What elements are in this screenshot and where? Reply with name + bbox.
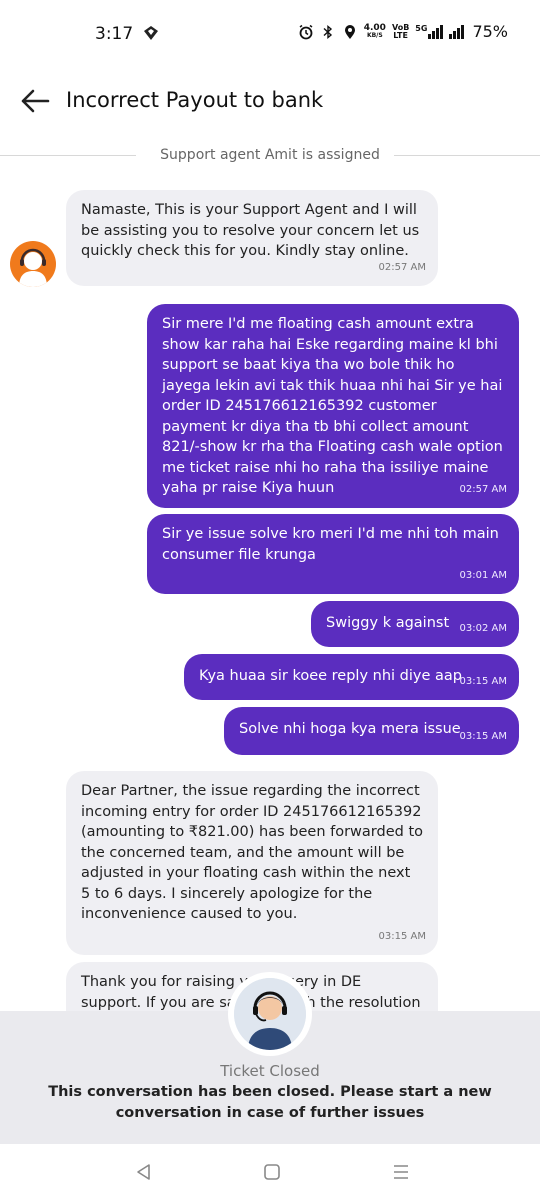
signal-5g: 5G [415,23,444,39]
battery-level: 75% [472,22,508,41]
support-agent-icon [234,978,306,1050]
message-time: 03:02 AM [459,622,507,634]
message-text: Sir mere I'd me floating cash amount ext… [162,316,503,496]
status-bar: 3:17 4.00 KB/S VoB LTE 5G 75% [0,0,540,66]
divider-line-right [394,155,540,156]
message-text: Dear Partner, the issue regarding the in… [81,783,423,922]
message-time: 03:01 AM [459,569,507,581]
support-agent-icon [19,248,47,287]
signal-bars-icon-2 [449,24,465,39]
message-time: 03:15 AM [459,675,507,687]
nav-recents-icon[interactable] [389,1160,413,1184]
header: Incorrect Payout to bank [0,76,540,126]
ticket-closed-label: Ticket Closed [220,1062,320,1080]
bluetooth-icon [323,24,332,39]
alarm-icon [299,24,313,39]
nav-back-icon[interactable] [132,1160,156,1184]
agent-avatar [10,241,56,287]
status-time: 3:17 [95,24,134,44]
message-bubble-user: Sir ye issue solve kro meri I'd me nhi t… [147,514,519,594]
message-bubble-user: Kya huaa sir koee reply nhi diye aap 03:… [184,654,519,700]
support-agent-avatar [234,978,306,1050]
message-time: 02:57 AM [459,483,507,495]
message-time: 03:15 AM [378,930,426,942]
ticket-closed-message: This conversation has been closed. Pleas… [48,1084,492,1121]
message-bubble-agent: Dear Partner, the issue regarding the in… [66,771,438,955]
message-text: Sir ye issue solve kro meri I'd me nhi t… [162,526,499,563]
navigation-bar [0,1144,540,1200]
message-time: 02:57 AM [378,261,426,273]
signal-bars-icon [428,24,444,39]
message-bubble-agent: Namaste, This is your Support Agent and … [66,190,438,286]
back-arrow-icon[interactable] [18,84,52,118]
volte-indicator: VoB LTE [392,23,409,40]
message-time: 03:15 AM [459,730,507,742]
message-text: Namaste, This is your Support Agent and … [81,202,420,259]
volte-bottom: LTE [393,30,408,40]
speed-value: 4.00 [363,23,386,33]
status-icons: 4.00 KB/S VoB LTE 5G 75% [298,22,508,41]
location-icon [344,24,355,39]
net-type: 5G [415,23,428,33]
speed-unit: KB/S [366,32,383,39]
message-bubble-user: Sir mere I'd me floating cash amount ext… [147,304,519,508]
network-speed: 4.00 KB/S [363,23,386,40]
app-notification-icon [144,26,158,40]
message-text: Kya huaa sir koee reply nhi diye aap [199,668,462,684]
assigned-divider: Support agent Amit is assigned [0,146,540,166]
message-bubble-user: Solve nhi hoga kya mera issue 03:15 AM [224,707,519,755]
nav-home-icon[interactable] [260,1160,284,1184]
page-title: Incorrect Payout to bank [66,88,324,112]
message-bubble-user: Swiggy k against 03:02 AM [311,601,519,647]
